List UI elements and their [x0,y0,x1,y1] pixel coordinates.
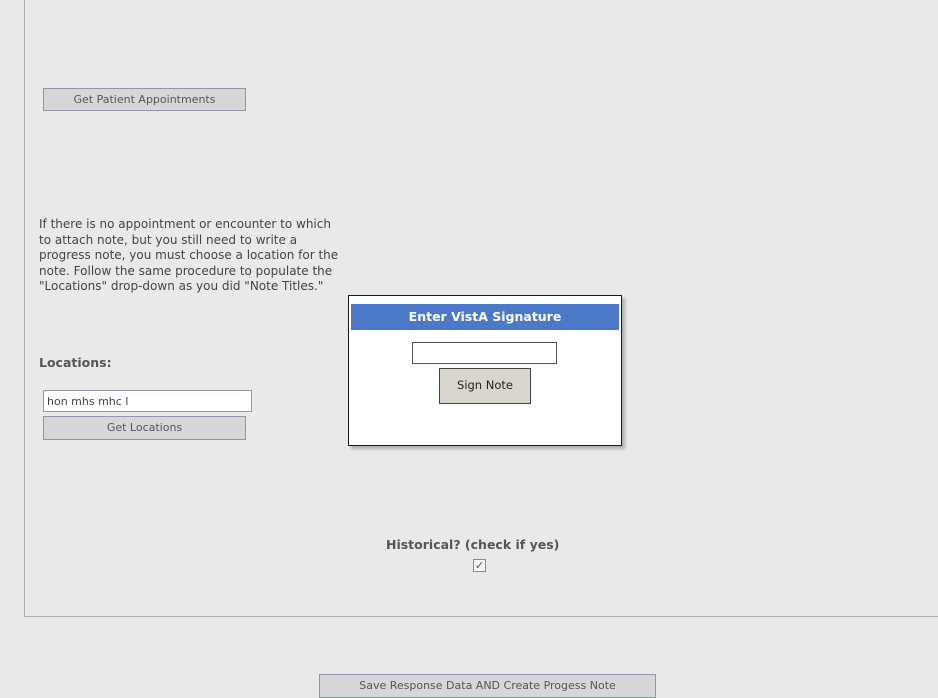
locations-input[interactable] [43,390,252,412]
signature-input[interactable] [412,342,557,364]
get-locations-button[interactable]: Get Locations [43,416,246,440]
historical-label: Historical? (check if yes) [386,537,560,552]
vista-signature-dialog: Enter VistA Signature Sign Note [348,295,622,446]
locations-help-text: If there is no appointment or encounter … [39,217,339,293]
historical-checkbox[interactable]: ✓ [473,559,486,572]
dialog-title: Enter VistA Signature [351,304,619,330]
save-and-create-progress-note-button[interactable]: Save Response Data AND Create Progess No… [319,674,656,698]
sign-note-button[interactable]: Sign Note [439,368,531,404]
locations-label: Locations: [39,355,112,370]
checkmark-icon: ✓ [474,559,485,572]
get-patient-appointments-button[interactable]: Get Patient Appointments [43,88,246,111]
